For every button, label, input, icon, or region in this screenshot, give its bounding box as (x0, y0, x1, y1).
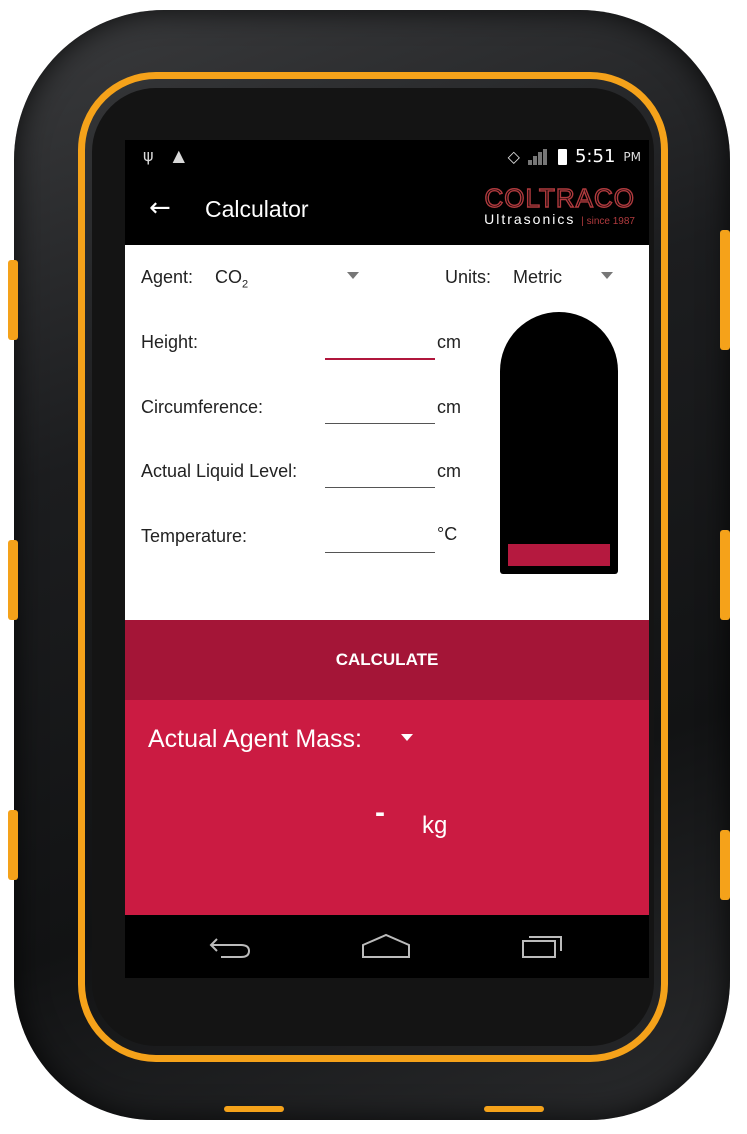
recent-apps-icon[interactable] (521, 933, 567, 959)
units-select[interactable]: Metric (513, 267, 562, 288)
height-unit: cm (437, 332, 461, 352)
circumference-unit: cm (437, 397, 461, 417)
result-panel: Actual Agent Mass: - kg (125, 700, 649, 915)
usb-icon: ψ (143, 146, 154, 165)
app-bar: ← Calculator COLTRACO Ultrasonics | sinc… (125, 175, 649, 245)
rotate-icon: ◇ (507, 147, 520, 166)
cylinder-graphic (500, 312, 618, 574)
status-left-icons: ψ ▲ (143, 146, 199, 165)
agent-value: CO (215, 267, 242, 287)
clock-time: 5:51 (574, 146, 616, 167)
temperature-unit: °C (437, 524, 458, 544)
circumference-input[interactable] (325, 393, 435, 424)
coltraco-logo: COLTRACO Ultrasonics | since 1987 (484, 183, 635, 227)
side-button (8, 810, 18, 880)
nav-bar (125, 915, 649, 978)
back-icon[interactable] (207, 933, 253, 959)
warning-icon: ▲ (172, 146, 185, 165)
signal-off-icon (527, 148, 550, 165)
arrow-left-icon[interactable]: ← (149, 193, 171, 223)
clock-ampm: PM (623, 149, 641, 164)
liquid-level-input[interactable] (325, 457, 435, 488)
liquid-level-fill (508, 544, 610, 566)
result-value: - (375, 796, 385, 829)
calculate-button[interactable]: CALCULATE (125, 620, 649, 700)
bottom-trim (484, 1106, 544, 1112)
bottom-trim (224, 1106, 284, 1112)
height-label: Height: (141, 332, 199, 352)
battery-icon (557, 148, 567, 165)
side-button (8, 260, 18, 340)
home-icon[interactable] (361, 933, 411, 959)
agent-select[interactable]: CO2 (215, 267, 248, 291)
logo-subtitle: Ultrasonics | since 1987 (484, 211, 635, 227)
logo-ultrasonics: Ultrasonics (484, 211, 576, 227)
temperature-label: Temperature: (141, 526, 248, 546)
result-label: Actual Agent Mass: (148, 725, 363, 753)
calculator-form: Agent: CO2 Units: Metric Height: cm Circ… (125, 245, 649, 620)
units-dropdown-caret-icon[interactable] (601, 272, 613, 279)
liquid-level-label: Actual Liquid Level: (141, 461, 298, 481)
page-title: Calculator (205, 196, 309, 222)
screen: ψ ▲ ◇ 5:51 PM ← Calculator COLTRACO Ultr… (125, 140, 649, 978)
units-label: Units: (445, 267, 492, 287)
result-dropdown-caret-icon[interactable] (401, 734, 413, 741)
side-button (720, 830, 730, 900)
liquid-level-unit: cm (437, 461, 461, 481)
agent-subscript: 2 (242, 278, 249, 291)
height-input[interactable] (325, 328, 435, 360)
logo-wordmark: COLTRACO (484, 183, 635, 213)
agent-label: Agent: (141, 267, 194, 287)
side-button (8, 540, 18, 620)
side-button (720, 230, 730, 350)
status-bar: ψ ▲ ◇ 5:51 PM (125, 140, 649, 175)
result-unit: kg (422, 812, 448, 839)
circumference-label: Circumference: (141, 397, 264, 417)
agent-dropdown-caret-icon[interactable] (347, 272, 359, 279)
status-right-icons: ◇ 5:51 PM (508, 146, 641, 167)
temperature-input[interactable] (325, 522, 435, 553)
side-button (720, 530, 730, 620)
logo-since: since 1987 (586, 216, 635, 227)
